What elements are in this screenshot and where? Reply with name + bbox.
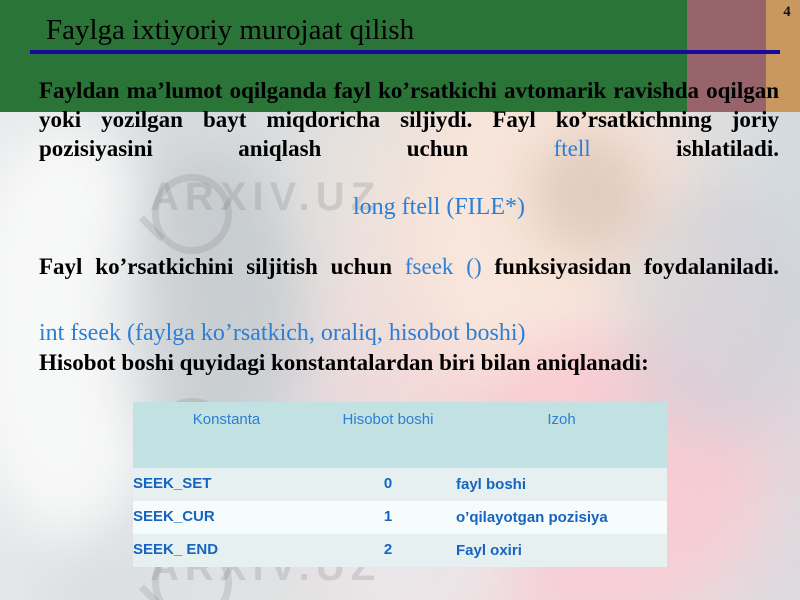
- header-divider-rule: [30, 50, 780, 54]
- table-header-konstanta: Konstanta: [133, 402, 320, 468]
- paragraph-fseek-text-before: Fayl ko’rsatkichini siljitish uchun: [39, 254, 405, 279]
- vertical-spacer: [39, 310, 779, 318]
- cell-value: 1: [320, 501, 456, 534]
- cell-constant: SEEK_SET: [133, 468, 320, 501]
- cell-izoh: o’qilayotgan pozisiya: [456, 501, 667, 534]
- cell-value: 0: [320, 468, 456, 501]
- slide-body: Fayldan ma’lumot oqilganda fayl ko’rsatk…: [39, 76, 779, 377]
- cell-izoh: Fayl oxiri: [456, 534, 667, 567]
- cell-constant: SEEK_CUR: [133, 501, 320, 534]
- paragraph-fseek-gap: [453, 254, 466, 279]
- signature-fseek: int fseek (faylga ko’rsatkich, oraliq, h…: [39, 320, 526, 346]
- slide-number: 4: [783, 4, 791, 20]
- paragraph-ftell: Fayldan ma’lumot oqilganda fayl ko’rsatk…: [39, 76, 779, 192]
- cell-constant: SEEK_ END: [133, 534, 320, 567]
- cell-izoh: fayl boshi: [456, 468, 667, 501]
- signature-ftell: long ftell (FILE*): [353, 194, 525, 220]
- table-row: SEEK_CUR 1 o’qilayotgan pozisiya: [133, 501, 667, 534]
- table-row: SEEK_SET 0 fayl boshi: [133, 468, 667, 501]
- paragraph-ftell-text-after: ishlatiladi.: [590, 136, 779, 161]
- paragraph-constants-intro: Hisobot boshi quyidagi konstantalardan b…: [39, 350, 649, 375]
- inline-code-fseek: fseek: [404, 254, 454, 279]
- cell-value: 2: [320, 534, 456, 567]
- vertical-spacer: [39, 222, 779, 252]
- table-row: SEEK_ END 2 Fayl oxiri: [133, 534, 667, 567]
- paragraph-fseek: Fayl ko’rsatkichini siljitish uchun fsee…: [39, 252, 779, 310]
- table-header-row: Konstanta Hisobot boshi Izoh: [133, 402, 667, 468]
- page-title: Faylga ixtiyoriy murojaat qilish: [46, 14, 415, 46]
- constants-table: Konstanta Hisobot boshi Izoh SEEK_SET 0 …: [133, 402, 667, 567]
- inline-code-parens: (): [466, 254, 482, 279]
- paragraph-fseek-text-after: funksiyasidan foydalaniladi.: [481, 254, 779, 279]
- table-header-hisobot-boshi: Hisobot boshi: [320, 402, 456, 468]
- table-header-izoh: Izoh: [456, 402, 667, 468]
- inline-code-ftell: ftell: [553, 136, 591, 161]
- slide-canvas: ARXIV.UZ ARXIV.UZ ARXIV.UZ ARXIV.UZ 4 Fa…: [0, 0, 800, 600]
